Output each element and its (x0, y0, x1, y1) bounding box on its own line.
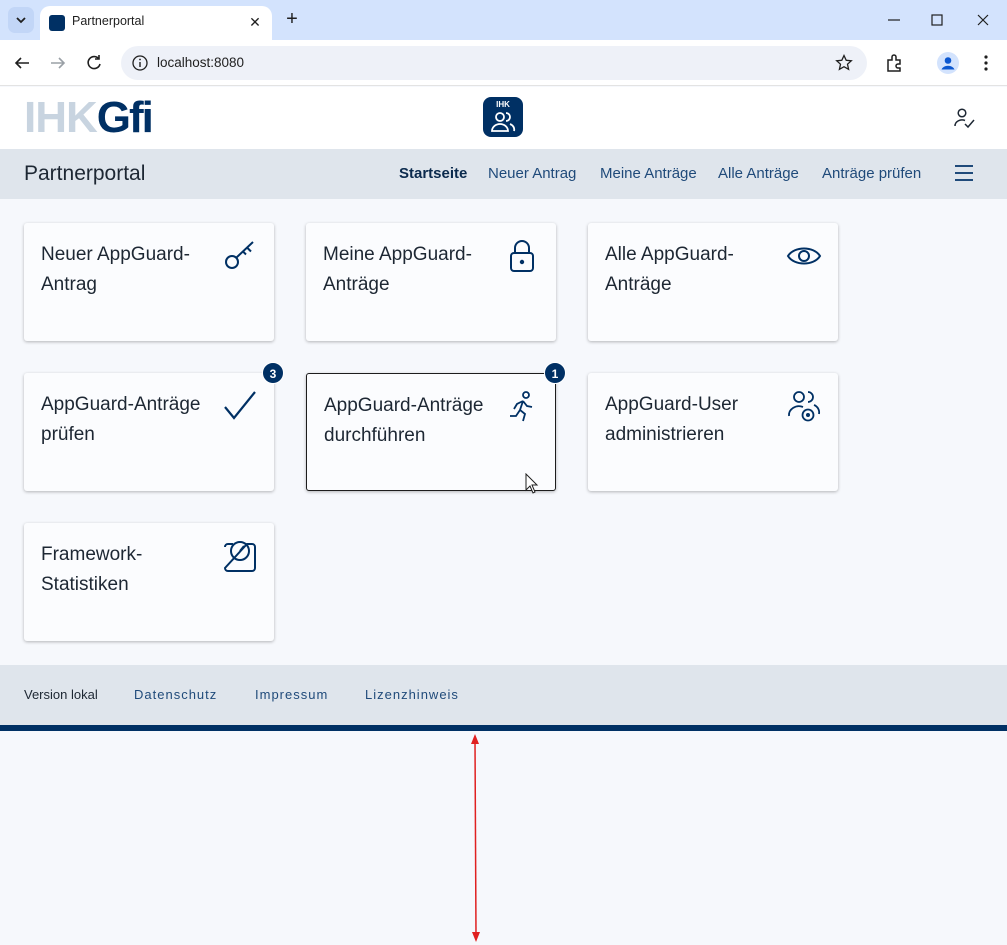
footer-accent-bar (0, 725, 1007, 731)
app-navigation: Partnerportal Startseite Neuer Antrag Me… (0, 149, 1007, 199)
footer: Version lokal Datenschutz Impressum Lize… (0, 665, 1007, 725)
browser-tab[interactable]: Partnerportal ✕ (40, 6, 272, 40)
site-info-icon[interactable] (131, 54, 149, 72)
checkmark-icon (224, 391, 256, 420)
eye-icon (786, 247, 822, 265)
extensions-icon[interactable] (883, 51, 907, 75)
back-arrow-icon[interactable] (10, 51, 34, 75)
forward-arrow-icon[interactable] (46, 51, 70, 75)
running-person-icon (510, 391, 533, 422)
url-text: localhost:8080 (157, 55, 245, 70)
gauge-icon (223, 541, 256, 572)
more-menu-icon[interactable] (974, 51, 998, 75)
notification-badge: 1 (544, 362, 566, 384)
card-title: Meine AppGuard-Anträge (323, 244, 472, 295)
card-antraege-durchfuehren[interactable]: AppGuard-Anträge durchführen (306, 373, 556, 491)
notification-badge: 3 (262, 362, 284, 384)
app-title[interactable]: Partnerportal (24, 162, 145, 186)
card-meine-antraege[interactable]: Meine AppGuard-Anträge (306, 223, 556, 341)
card-neuer-antrag[interactable]: Neuer AppGuard-Antrag (24, 223, 274, 341)
nav-link-alle-antraege[interactable]: Alle Anträge (718, 165, 799, 182)
card-title: AppGuard-User administrieren (605, 394, 739, 445)
chevron-down-icon (16, 17, 26, 24)
partnerportal-app-icon: IHK (483, 97, 523, 137)
tab-search-button[interactable] (8, 7, 34, 33)
maximize-icon[interactable] (925, 8, 949, 32)
card-antraege-pruefen[interactable]: AppGuard-Anträge prüfen (24, 373, 274, 491)
mouse-cursor-icon (525, 473, 539, 494)
footer-link-impressum[interactable]: Impressum (255, 687, 328, 702)
lock-icon (510, 240, 534, 272)
bookmark-star-icon[interactable] (834, 53, 854, 73)
card-framework-statistiken[interactable]: Framework-Statistiken (24, 523, 274, 641)
new-tab-button[interactable]: + (281, 8, 303, 30)
close-window-icon[interactable] (971, 8, 995, 32)
address-bar[interactable]: localhost:8080 (121, 46, 867, 80)
favicon-icon (49, 15, 65, 31)
nav-link-startseite[interactable]: Startseite (399, 165, 467, 182)
browser-tabstrip: Partnerportal ✕ + (0, 0, 1007, 40)
user-check-icon[interactable] (952, 106, 976, 130)
reload-icon[interactable] (82, 51, 106, 75)
app-header: IHK Gfi IHK (0, 87, 1007, 149)
minimize-icon[interactable] (882, 8, 906, 32)
annotation-double-arrow (471, 734, 480, 942)
footer-link-lizenzhinweis[interactable]: Lizenzhinweis (365, 687, 459, 702)
hamburger-menu-icon[interactable] (954, 164, 974, 182)
tab-close-button[interactable]: ✕ (246, 13, 264, 31)
footer-version: Version lokal (24, 687, 98, 702)
card-title: Neuer AppGuard-Antrag (41, 244, 190, 295)
users-gear-icon (788, 391, 821, 422)
nav-link-meine-antraege[interactable]: Meine Anträge (600, 165, 697, 182)
card-user-administrieren[interactable]: AppGuard-User administrieren (588, 373, 838, 491)
card-alle-antraege[interactable]: Alle AppGuard-Anträge (588, 223, 838, 341)
tab-title: Partnerportal (72, 14, 145, 28)
nav-link-neuer-antrag[interactable]: Neuer Antrag (488, 165, 576, 182)
card-title: AppGuard-Anträge durchführen (324, 395, 484, 446)
browser-toolbar: localhost:8080 (0, 40, 1007, 86)
card-title: Framework-Statistiken (41, 544, 143, 595)
card-title: AppGuard-Anträge prüfen (41, 394, 201, 445)
key-icon (225, 241, 254, 269)
profile-avatar-icon[interactable] (936, 51, 960, 75)
footer-link-datenschutz[interactable]: Datenschutz (134, 687, 217, 702)
card-title: Alle AppGuard-Anträge (605, 244, 734, 295)
ihk-gfi-logo[interactable]: IHK Gfi (24, 93, 154, 142)
nav-link-antraege-pruefen[interactable]: Anträge prüfen (822, 165, 921, 182)
